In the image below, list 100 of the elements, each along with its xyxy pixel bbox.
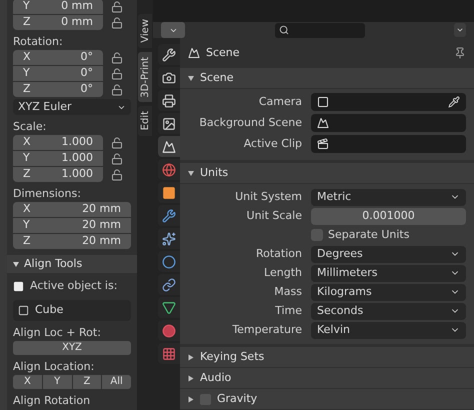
properties-tab[interactable]: [158, 90, 180, 111]
panel-header[interactable]: Units: [180, 163, 474, 183]
axis-label: Z: [23, 233, 31, 249]
sidebar-tab[interactable]: View: [138, 14, 152, 48]
axis-label: Y: [23, 150, 30, 166]
field-value: 0°: [80, 81, 93, 97]
scene-icon: [317, 117, 329, 129]
property-label: Camera: [258, 94, 302, 110]
printer-icon: [162, 94, 176, 108]
section-label: Align Loc + Rot:: [13, 324, 102, 340]
object-field[interactable]: [311, 93, 466, 111]
property-label: Length: [263, 264, 302, 281]
rotation-mode-dropdown[interactable]: XYZ Euler: [13, 99, 131, 115]
axis-label: Z: [23, 14, 31, 30]
link-icon: [162, 278, 176, 292]
properties-tab[interactable]: [158, 320, 180, 341]
axis-label: X: [23, 135, 31, 150]
number-field[interactable]: Z 1.000: [13, 167, 103, 182]
checkbox-label: Separate Units: [328, 226, 410, 243]
particles-icon: [162, 232, 176, 246]
object-field[interactable]: Cube: [13, 300, 131, 320]
globe-icon: [162, 162, 176, 176]
search-field[interactable]: [274, 22, 364, 38]
object-icon: [13, 280, 24, 292]
search-icon: [278, 25, 288, 35]
properties-tab[interactable]: [158, 159, 180, 180]
number-field[interactable]: Z 0°: [13, 82, 103, 97]
number-field[interactable]: Z 20 mm: [13, 234, 131, 249]
number-field[interactable]: X 20 mm: [13, 202, 131, 217]
object-field[interactable]: [311, 114, 466, 132]
options-dropdown[interactable]: [454, 23, 466, 37]
axis-label: Z: [23, 166, 31, 182]
number-field[interactable]: X 0°: [13, 50, 103, 65]
field-value: 0 mm: [61, 0, 93, 14]
properties-tab[interactable]: [158, 113, 180, 134]
open-lock-icon[interactable]: [111, 84, 123, 96]
open-lock-icon[interactable]: [111, 16, 123, 28]
number-field[interactable]: X 1.000: [13, 135, 103, 150]
properties-tab[interactable]: [158, 297, 180, 318]
number-field[interactable]: Y 1.000: [13, 151, 103, 166]
field-value: 20 mm: [82, 217, 121, 234]
property-label: Unit System: [234, 188, 302, 205]
number-field[interactable]: Z 0 mm: [13, 15, 103, 30]
triangle-icon: [162, 300, 176, 314]
section-label: Dimensions:: [13, 186, 82, 201]
properties-tab[interactable]: [158, 67, 180, 88]
align-axis-button[interactable]: All: [102, 374, 131, 388]
open-lock-icon[interactable]: [111, 0, 123, 12]
open-lock-icon[interactable]: [111, 68, 123, 80]
number-field[interactable]: Y 0 mm: [13, 0, 103, 14]
section-label: Scale:: [13, 119, 48, 134]
dropdown[interactable]: Degrees: [311, 246, 466, 262]
field-value: 20 mm: [82, 233, 121, 249]
sidebar-tab[interactable]: 3D-Print: [138, 52, 152, 102]
properties-tab[interactable]: [158, 182, 180, 203]
object-icon: [317, 96, 329, 108]
properties-tab[interactable]: [158, 205, 180, 226]
properties-tab[interactable]: [158, 228, 180, 249]
dropdown[interactable]: Metric: [311, 188, 466, 206]
field-value: 1.000: [62, 135, 93, 150]
axis-label: X: [23, 202, 31, 218]
section-label: Align Location:: [13, 358, 96, 374]
properties-tab[interactable]: [158, 136, 180, 157]
open-lock-icon[interactable]: [111, 52, 123, 64]
number-field[interactable]: Y 0°: [13, 66, 103, 81]
sidebar-tab[interactable]: Edit: [138, 106, 152, 136]
section-label: Align Rotation: [13, 392, 92, 408]
pin-icon[interactable]: [454, 47, 466, 59]
number-field[interactable]: Y 20 mm: [13, 218, 131, 233]
panel-header[interactable]: Keying Sets: [180, 347, 474, 367]
eyedropper-icon[interactable]: [448, 96, 460, 108]
dropdown[interactable]: Kelvin: [311, 322, 466, 338]
properties-tab[interactable]: [158, 274, 180, 295]
dropdown[interactable]: Seconds: [311, 302, 466, 320]
align-axis-button[interactable]: Z: [72, 374, 102, 388]
property-label: Time: [274, 302, 302, 319]
panel-header[interactable]: Align Tools: [7, 255, 137, 273]
open-lock-icon[interactable]: [111, 168, 123, 180]
align-axis-button[interactable]: X: [13, 374, 42, 388]
context-title: Scene: [206, 44, 240, 61]
wrench-icon: [162, 48, 176, 62]
dropdown[interactable]: Kilograms: [311, 284, 466, 300]
panel-header[interactable]: Audio: [180, 368, 474, 388]
align-button[interactable]: XYZ: [13, 340, 131, 354]
properties-tab[interactable]: [158, 251, 180, 272]
number-field[interactable]: 0.001000: [311, 208, 466, 224]
dropdown[interactable]: Millimeters: [311, 264, 466, 282]
panel-header[interactable]: Scene: [180, 68, 474, 88]
checker-icon: [162, 346, 176, 360]
properties-tab[interactable]: [158, 44, 180, 65]
panel-header[interactable]: Gravity: [180, 389, 474, 409]
object-field[interactable]: [311, 135, 466, 153]
field-value: 0°: [80, 50, 93, 66]
checkbox[interactable]: [311, 229, 323, 241]
properties-tab[interactable]: [158, 343, 180, 364]
property-label: Temperature: [231, 322, 302, 338]
align-axis-button[interactable]: Y: [42, 374, 72, 388]
open-lock-icon[interactable]: [111, 152, 123, 164]
camera-icon: [162, 70, 176, 84]
open-lock-icon[interactable]: [111, 136, 123, 148]
